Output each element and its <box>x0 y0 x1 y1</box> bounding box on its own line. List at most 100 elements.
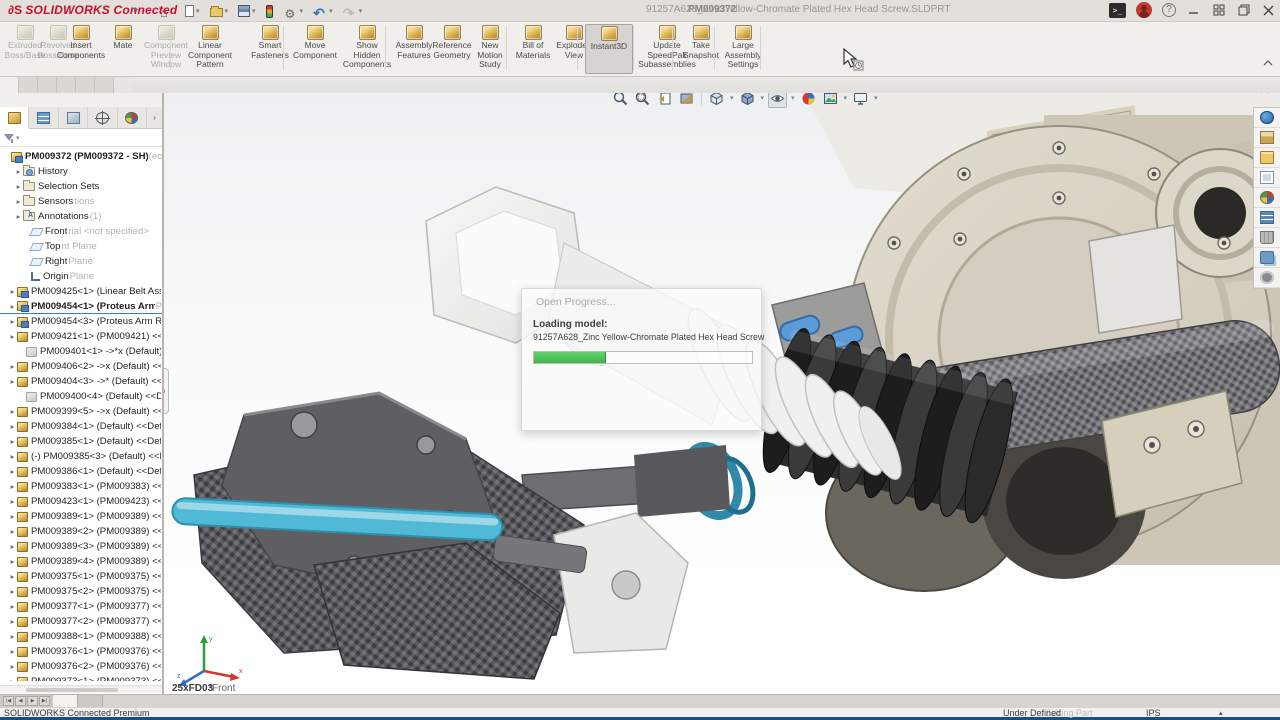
ribbon-button[interactable]: Take Snapshot <box>680 24 722 74</box>
task-pane-collapse-icon[interactable] <box>1254 93 1276 97</box>
bottom-tab[interactable] <box>53 695 78 707</box>
expand-arrow-icon[interactable]: ▸ <box>8 407 17 416</box>
expand-arrow-icon[interactable]: ▸ <box>14 167 23 176</box>
unit-system-caret-icon[interactable]: ▴ <box>1219 709 1223 717</box>
task-pane-tab[interactable] <box>1254 268 1280 288</box>
ribbon-collapse-icon[interactable] <box>1262 54 1274 72</box>
expand-arrow-icon[interactable]: ▸ <box>8 287 17 296</box>
expand-arrow-icon[interactable]: ▸ <box>8 617 17 626</box>
expand-arrow-icon[interactable]: ▸ <box>8 512 17 521</box>
tree-item[interactable]: ▸ PM009384<1> (Default) <<Defau <box>0 419 162 434</box>
ribbon-button[interactable]: Move Component <box>288 24 342 74</box>
tree-item[interactable]: ▸ PM009383<1> (PM009383) <<Def <box>0 479 162 494</box>
expand-arrow-icon[interactable]: ▸ <box>8 662 17 671</box>
tree-item[interactable]: ▸ PM009389<2> (PM009389) <<Def <box>0 524 162 539</box>
quick-access-button[interactable]: ▾ <box>341 2 365 20</box>
tree-item[interactable]: ▸ PM009454<3> (Proteus Arm Rolle <box>0 314 162 329</box>
expand-arrow-icon[interactable]: ▸ <box>8 482 17 491</box>
view-settings-icon[interactable] <box>851 93 870 108</box>
command-tab[interactable] <box>114 77 132 93</box>
configuration-manager-tab[interactable] <box>59 107 88 129</box>
tree-item[interactable]: ▸ PM009389<1> (PM009389) <<Def <box>0 509 162 524</box>
quick-access-button[interactable] <box>264 2 277 20</box>
tree-item[interactable]: ▸ PM009375<2> (PM009375) <<Def <box>0 584 162 599</box>
workspaces-icon[interactable] <box>1211 3 1226 18</box>
task-pane-tab[interactable] <box>1254 148 1280 168</box>
terminal-icon[interactable]: >_ <box>1109 3 1126 18</box>
property-manager-tab[interactable] <box>29 107 58 129</box>
view-orientation-icon[interactable] <box>707 93 726 108</box>
last-tab-icon[interactable]: ▶| <box>39 696 50 706</box>
section-view-icon[interactable] <box>677 93 696 108</box>
tree-item[interactable]: ▸ PM009421<1> (PM009421) <<Def <box>0 329 162 344</box>
tree-item[interactable]: ▸ PM009377<2> (PM009377) <<Def <box>0 614 162 629</box>
quick-access-button[interactable]: ▾ <box>283 2 306 20</box>
ribbon-button[interactable]: Bill of Materials <box>512 24 554 74</box>
menu-expand-icon[interactable]: ▸ <box>134 4 139 15</box>
tree-item[interactable]: ▸ Annotations (1) <box>0 209 162 224</box>
expand-arrow-icon[interactable]: ▸ <box>14 182 23 191</box>
tree-item[interactable]: ▸ PM009375<1> (PM009375) <<Def <box>0 569 162 584</box>
task-pane-tab[interactable] <box>1254 208 1280 228</box>
expand-arrow-icon[interactable]: ▸ <box>8 557 17 566</box>
task-pane-tab[interactable] <box>1254 228 1280 248</box>
dimxpert-manager-tab[interactable] <box>88 107 117 129</box>
tree-item[interactable]: ▸ PM009423<1> (PM009423) <<Def <box>0 494 162 509</box>
ribbon-button[interactable]: Smart Fasteners <box>246 24 294 74</box>
ribbon-button[interactable]: Mate <box>106 24 140 74</box>
tree-item[interactable]: ▸ PM009376<1> (PM009376) <<Def <box>0 644 162 659</box>
help-icon[interactable]: ? <box>1162 3 1176 17</box>
manager-tabs-overflow-icon[interactable]: › <box>147 107 162 128</box>
scrollbar-thumb[interactable] <box>26 688 118 692</box>
close-button[interactable] <box>1261 3 1276 18</box>
expand-arrow-icon[interactable]: ▸ <box>14 197 23 206</box>
next-tab-icon[interactable]: ▶ <box>27 696 38 706</box>
bottom-tab[interactable] <box>78 695 103 707</box>
task-pane-tab[interactable] <box>1254 188 1280 208</box>
expand-arrow-icon[interactable]: ▸ <box>8 677 17 681</box>
ribbon-button[interactable]: Instant3D <box>585 24 633 74</box>
restore-button[interactable] <box>1236 3 1251 18</box>
edit-appearance-icon[interactable] <box>799 93 818 108</box>
tree-item[interactable]: ▸ Sensors tions <box>0 194 162 209</box>
hide-show-items-icon[interactable] <box>768 93 787 108</box>
minimize-button[interactable] <box>1186 3 1201 18</box>
tree-item[interactable]: ▸ PM009377<1> (PM009377) <<Def <box>0 599 162 614</box>
tree-item[interactable]: ▸ PM009454<1> (Proteus Arm Rolle P <box>0 299 162 314</box>
task-pane-tab[interactable] <box>1254 128 1280 148</box>
task-pane-tab[interactable] <box>1254 248 1280 268</box>
expand-arrow-icon[interactable]: ▸ <box>8 467 17 476</box>
tree-item[interactable]: PM009401<1> ->*x (Default) <<D <box>0 344 162 359</box>
tree-item[interactable]: Origin Plane <box>0 269 162 284</box>
quick-access-button[interactable]: ▾ <box>236 2 258 20</box>
expand-arrow-icon[interactable]: ▸ <box>8 362 17 371</box>
command-tab[interactable] <box>95 77 114 93</box>
user-avatar[interactable] <box>1136 2 1152 18</box>
graphics-viewport[interactable]: ▾ ▾ ▾ ▾ ▾ ◂ Open Progress... Loading mod… <box>163 93 1280 694</box>
task-pane-tab[interactable] <box>1254 108 1280 128</box>
tree-item[interactable]: ▸ PM009376<2> (PM009376) <<Def <box>0 659 162 674</box>
tree-item[interactable]: ▸ PM009389<4> (PM009389) <<Def <box>0 554 162 569</box>
expand-arrow-icon[interactable]: ▸ <box>8 452 17 461</box>
tree-item[interactable]: ▸ PM009404<3> ->* (Default) <<De <box>0 374 162 389</box>
tree-filter[interactable]: ▾ <box>0 129 162 147</box>
tree-item[interactable]: Front rial <not specified> <box>0 224 162 239</box>
apply-scene-icon[interactable] <box>821 93 840 108</box>
ribbon-button[interactable]: Insert Components <box>52 24 110 74</box>
expand-arrow-icon[interactable]: ▸ <box>8 332 17 341</box>
task-pane-tab[interactable] <box>1254 168 1280 188</box>
command-tab[interactable] <box>57 77 76 93</box>
tree-item[interactable]: ▸ PM009406<2> ->x (Default) <<De <box>0 359 162 374</box>
tree-item[interactable]: ▸ PM009425<1> (Linear Belt Assem <box>0 284 162 299</box>
expand-arrow-icon[interactable]: ▸ <box>8 602 17 611</box>
quick-access-button[interactable]: ▾ <box>183 2 202 20</box>
tree-item[interactable]: ▸ PM009399<5> ->x (Default) <<De <box>0 404 162 419</box>
expand-arrow-icon[interactable]: ▸ <box>8 437 17 446</box>
tree-item[interactable]: ▸ History <box>0 164 162 179</box>
display-manager-tab[interactable] <box>118 107 147 129</box>
tree-item[interactable]: ▸ PM009388<1> (PM009388) <<Def <box>0 629 162 644</box>
quick-access-button[interactable]: ▾ <box>311 2 335 20</box>
expand-arrow-icon[interactable]: ▸ <box>8 302 17 311</box>
expand-arrow-icon[interactable]: ▸ <box>8 527 17 536</box>
panel-splitter-handle[interactable]: ◂ <box>163 368 169 414</box>
